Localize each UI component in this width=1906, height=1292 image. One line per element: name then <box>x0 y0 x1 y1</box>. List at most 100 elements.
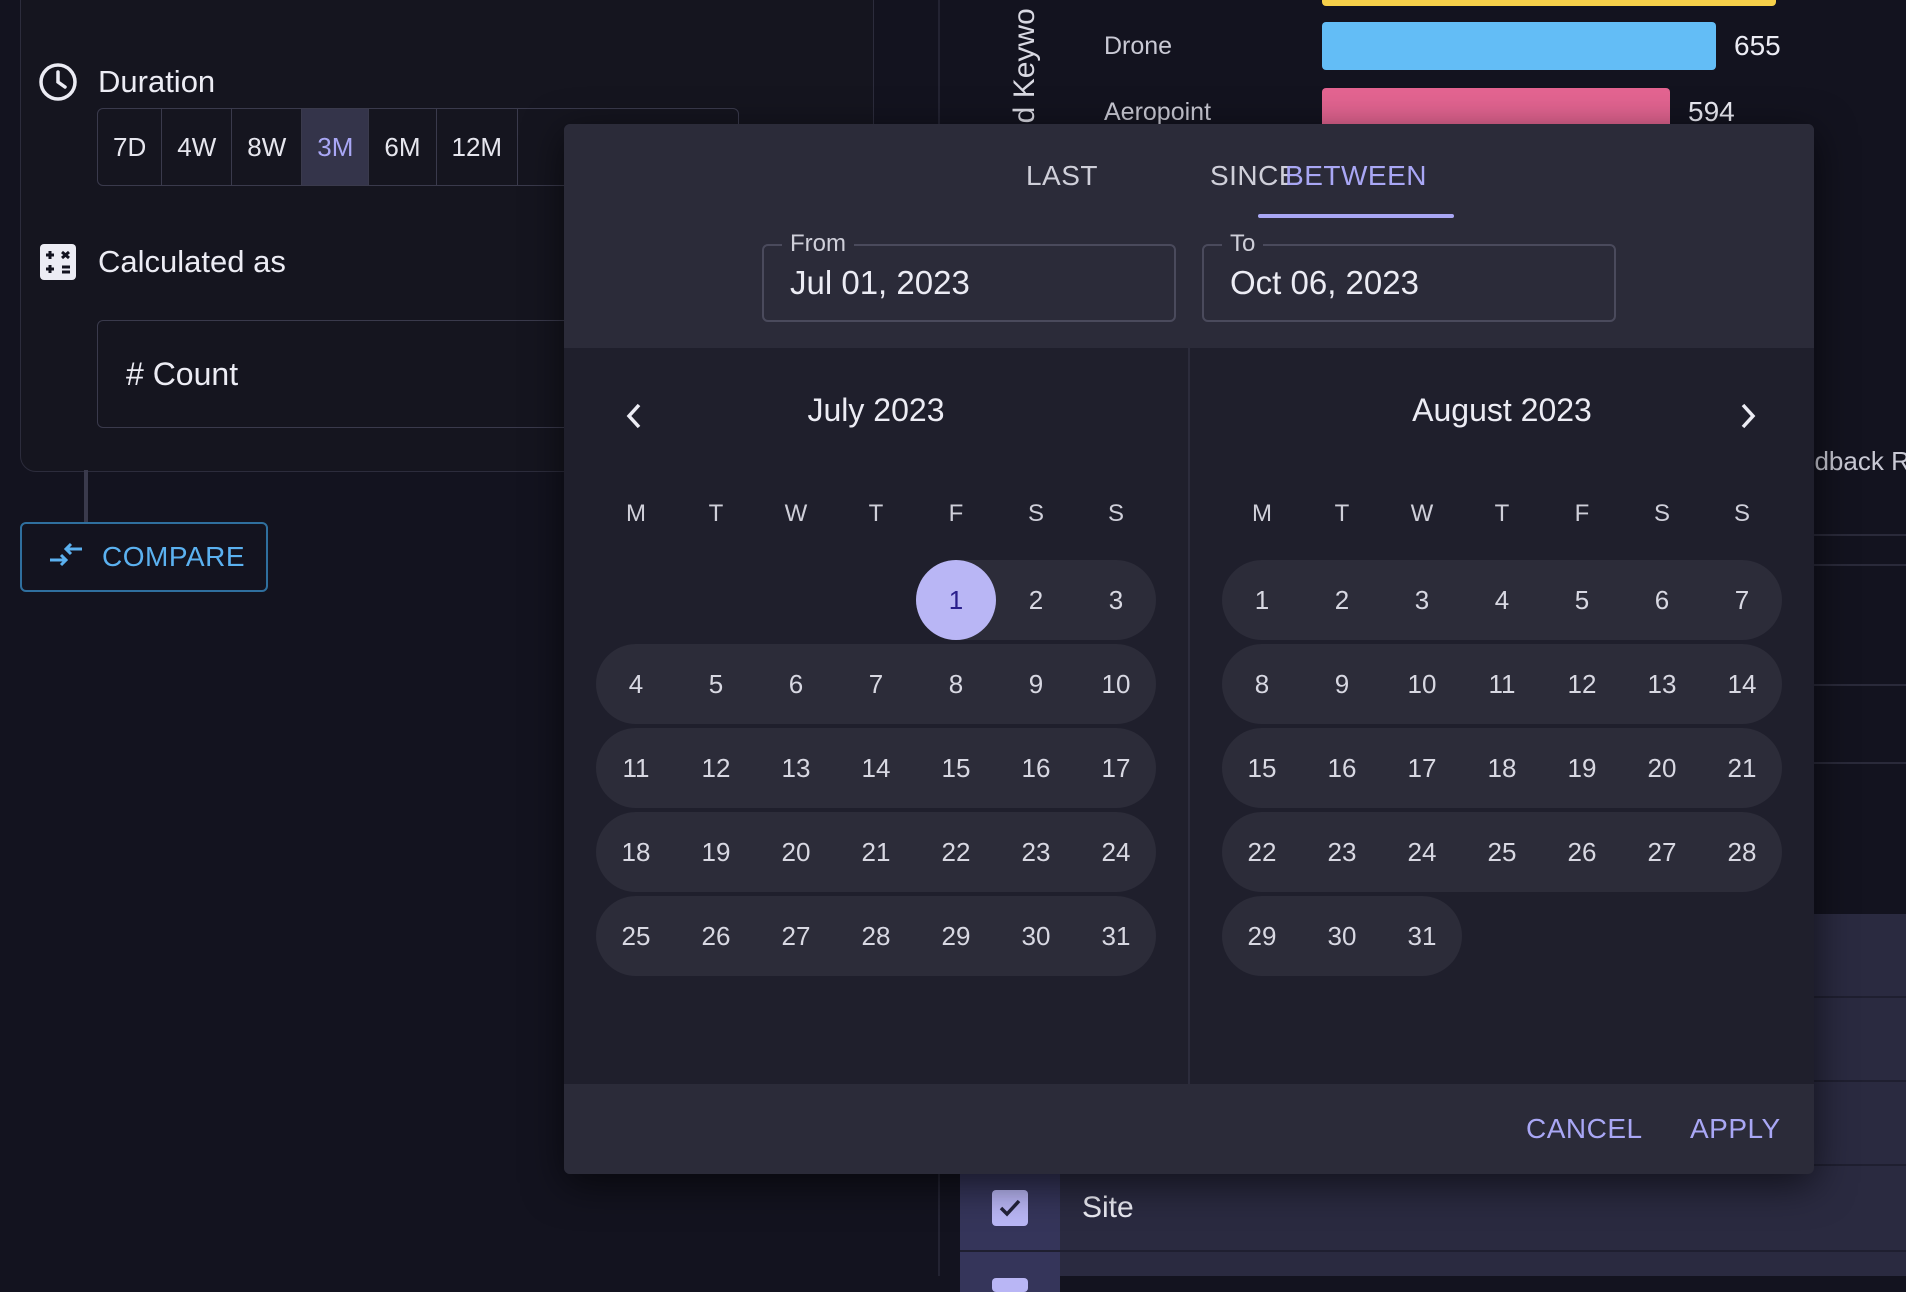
calendar-day[interactable]: 13 <box>1622 644 1702 724</box>
calendar-day[interactable]: 17 <box>1382 728 1462 808</box>
calendar-day[interactable]: 31 <box>1382 896 1462 976</box>
calendar-day[interactable]: 25 <box>596 896 676 976</box>
calendar-day[interactable]: 7 <box>836 644 916 724</box>
calendar-day[interactable]: 14 <box>836 728 916 808</box>
from-date-field[interactable]: From Jul 01, 2023 <box>762 230 1176 322</box>
picker-footer: CANCEL APPLY <box>564 1084 1814 1174</box>
duration-3m-button[interactable]: 3M <box>302 109 370 185</box>
weekday-header: S <box>1027 500 1044 527</box>
calendar-day[interactable]: 24 <box>1076 812 1156 892</box>
calendar-day[interactable]: 30 <box>1302 896 1382 976</box>
calendar-day[interactable]: 12 <box>676 728 756 808</box>
calendar-day[interactable]: 9 <box>996 644 1076 724</box>
duration-7d-button[interactable]: 7D <box>98 109 163 185</box>
to-label: To <box>1222 230 1264 258</box>
calendar-day[interactable]: 18 <box>596 812 676 892</box>
calendar-day[interactable]: 16 <box>996 728 1076 808</box>
calendar-body: July 2023 M T W T F S S 1 2 3 4 5 6 7 8 9 10 11 12 13 14 15 16… <box>564 348 1814 1084</box>
calendar-day[interactable]: 9 <box>1302 644 1382 724</box>
to-date-field[interactable]: To Oct 06, 2023 <box>1202 230 1616 322</box>
apply-button[interactable]: APPLY <box>1690 1084 1781 1174</box>
weekday-header: F <box>1574 500 1590 527</box>
calendar-day[interactable]: 16 <box>1302 728 1382 808</box>
calendar-day[interactable]: 8 <box>1222 644 1302 724</box>
calculated-as-label: Calculated as <box>98 244 286 279</box>
calendar-day[interactable]: 26 <box>1542 812 1622 892</box>
calendar-day[interactable]: 6 <box>756 644 836 724</box>
calendar-day[interactable]: 27 <box>756 896 836 976</box>
calendar-day[interactable]: 4 <box>1462 560 1542 640</box>
clock-icon <box>38 62 78 102</box>
calendar-day[interactable]: 31 <box>1076 896 1156 976</box>
calendar-day[interactable]: 4 <box>596 644 676 724</box>
row-checkbox[interactable] <box>992 1278 1028 1292</box>
calendar-day[interactable]: 22 <box>1222 812 1302 892</box>
weekday-header: S <box>1653 500 1670 527</box>
calendar-day[interactable]: 11 <box>1462 644 1542 724</box>
calendar-day[interactable]: 29 <box>1222 896 1302 976</box>
calendar-month-july: July 2023 M T W T F S S 1 2 3 4 5 6 7 8 9 10 11 12 13 14 15 16… <box>564 348 1188 1084</box>
picker-header: LAST SINCE BETWEEN From Jul 01, 2023 To … <box>564 124 1814 348</box>
from-date-value: Jul 01, 2023 <box>790 264 970 301</box>
weekday-header: M <box>1252 500 1272 527</box>
calendar-day[interactable]: 2 <box>1302 560 1382 640</box>
duration-12m-button[interactable]: 12M <box>437 109 519 185</box>
calendar-day[interactable]: 5 <box>1542 560 1622 640</box>
weekday-header: T <box>1494 500 1510 527</box>
tab-between[interactable]: BETWEEN <box>1258 146 1454 206</box>
divider <box>1814 534 1906 536</box>
calendar-day[interactable]: 27 <box>1622 812 1702 892</box>
chart-axis-title: ed Keywo <box>1008 8 1041 140</box>
calendar-day[interactable]: 3 <box>1076 560 1156 640</box>
calendar-day[interactable]: 7 <box>1702 560 1782 640</box>
calendar-day[interactable]: 22 <box>916 812 996 892</box>
calendar-day[interactable]: 23 <box>996 812 1076 892</box>
calendar-day[interactable]: 10 <box>1382 644 1462 724</box>
calendar-day[interactable]: 5 <box>676 644 756 724</box>
calendar-day[interactable]: 10 <box>1076 644 1156 724</box>
calendar-day[interactable]: 20 <box>1622 728 1702 808</box>
duration-8w-button[interactable]: 8W <box>232 109 303 185</box>
calendar-day[interactable]: 14 <box>1702 644 1782 724</box>
feedback-label: edback R <box>1800 446 1906 476</box>
calendar-day[interactable]: 13 <box>756 728 836 808</box>
calendar-day[interactable]: 30 <box>996 896 1076 976</box>
calendar-day[interactable]: 21 <box>1702 728 1782 808</box>
calendar-day[interactable]: 21 <box>836 812 916 892</box>
calendar-day[interactable]: 23 <box>1302 812 1382 892</box>
calendar-day[interactable]: 11 <box>596 728 676 808</box>
calendar-day[interactable]: 6 <box>1622 560 1702 640</box>
duration-4w-button[interactable]: 4W <box>162 109 233 185</box>
checkbox-cell <box>960 1166 1060 1250</box>
bar-label: Aeropoint <box>1104 97 1212 126</box>
calendar-day[interactable]: 8 <box>916 644 996 724</box>
weekday-header: T <box>708 500 724 527</box>
calendar-day[interactable]: 19 <box>1542 728 1622 808</box>
chart-bar-drone[interactable] <box>1322 22 1716 70</box>
calendar-day[interactable]: 1 <box>1222 560 1302 640</box>
next-month-button[interactable] <box>1728 396 1768 436</box>
calendar-day[interactable]: 2 <box>996 560 1076 640</box>
calendar-day[interactable]: 24 <box>1382 812 1462 892</box>
calendar-day[interactable]: 17 <box>1076 728 1156 808</box>
compare-button[interactable]: COMPARE <box>20 522 268 592</box>
calendar-day[interactable]: 12 <box>1542 644 1622 724</box>
calendar-day[interactable]: 26 <box>676 896 756 976</box>
calendar-day[interactable]: 18 <box>1462 728 1542 808</box>
calendar-day[interactable]: 19 <box>676 812 756 892</box>
calendar-day[interactable]: 28 <box>836 896 916 976</box>
calendar-day[interactable]: 15 <box>916 728 996 808</box>
from-label: From <box>782 230 854 258</box>
cancel-button[interactable]: CANCEL <box>1526 1084 1643 1174</box>
duration-6m-button[interactable]: 6M <box>369 109 437 185</box>
calendar-day[interactable]: 3 <box>1382 560 1462 640</box>
weekday-header: W <box>784 500 808 527</box>
calendar-day[interactable]: 29 <box>916 896 996 976</box>
calendar-day[interactable]: 15 <box>1222 728 1302 808</box>
calendar-day[interactable]: 20 <box>756 812 836 892</box>
site-checkbox[interactable] <box>992 1190 1028 1226</box>
calendar-day[interactable]: 28 <box>1702 812 1782 892</box>
calendar-day[interactable]: 25 <box>1462 812 1542 892</box>
calendar-day-selected[interactable]: 1 <box>916 560 996 640</box>
month-title: July 2023 <box>807 392 945 428</box>
